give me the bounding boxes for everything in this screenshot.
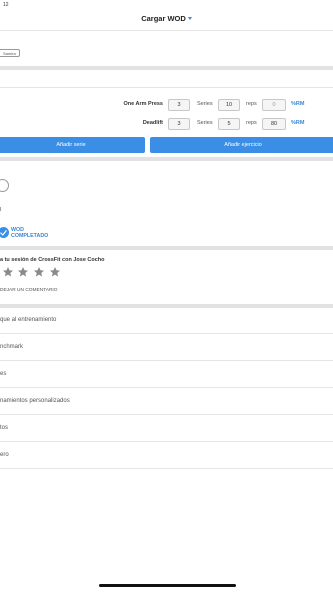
menu-item-training[interactable]: que al entrenamiento [0,308,333,334]
series-count-input[interactable]: 3 [168,118,190,130]
section-divider [0,66,333,70]
rm-label[interactable]: %RM [291,120,304,126]
weight-input[interactable]: 0 [262,99,286,111]
series-count-input[interactable]: 3 [168,99,190,111]
reps-input[interactable]: 5 [218,118,240,130]
reps-label: reps [246,101,257,107]
radio-button[interactable] [0,179,9,192]
home-indicator[interactable] [99,584,236,587]
athlete-tag[interactable]: Samira [0,49,20,57]
reps-label: reps [246,120,257,126]
menu-item-label: ero [0,452,9,458]
star-icon[interactable] [33,266,45,278]
menu-item-3[interactable]: es [0,362,333,388]
series-label: Series [197,120,213,126]
menu-item-6[interactable]: ero [0,443,333,469]
star-icon[interactable] [49,266,61,278]
chevron-down-icon [187,17,192,20]
star-icon[interactable] [2,266,14,278]
option-label: I [0,207,2,213]
menu-item-label: es [0,371,7,377]
exercise-name: One Arm Press [123,101,163,107]
menu-item-custom-workouts[interactable]: namientos personalizados [0,389,333,415]
wod-completed-label[interactable]: WOD COMPLETADO [11,227,48,239]
section-divider [0,246,333,250]
check-circle-icon[interactable] [0,227,9,238]
menu-item-label: que al entrenamiento [0,317,57,323]
menu-item-benchmark[interactable]: nchmark [0,335,333,361]
page-title[interactable]: Cargar WOD [0,14,333,23]
menu-item-label: namientos personalizados [0,398,70,404]
status-time: 12 [3,2,9,8]
wod-completed-line2: COMPLETADO [11,233,49,239]
add-series-button[interactable]: Añadir serie [0,137,145,153]
reps-input[interactable]: 10 [218,99,240,111]
leave-comment-link[interactable]: DEJAR UN COMENTARIO [0,288,57,293]
menu-item-5[interactable]: tos [0,416,333,442]
menu-item-label: nchmark [0,344,24,350]
nav-divider [0,30,333,31]
add-exercise-button[interactable]: Añadir ejercicio [150,137,333,153]
section-divider [0,157,333,161]
weight-input[interactable]: 80 [262,118,286,130]
menu-item-label: tos [0,425,9,431]
exercise-row: One Arm Press 3 Series 10 reps 0 %RM [0,99,333,113]
exercise-row: Deadlift 3 Series 5 reps 80 %RM [0,118,333,132]
row-divider [0,87,333,88]
exercise-name: Deadlift [142,120,163,126]
rating-title: a tu sesión de CrossFit con Jose Cocho [0,257,105,263]
page-title-label: Cargar WOD [141,14,186,23]
star-icon[interactable] [17,266,29,278]
series-label: Series [197,101,213,107]
rm-label[interactable]: %RM [291,101,304,107]
